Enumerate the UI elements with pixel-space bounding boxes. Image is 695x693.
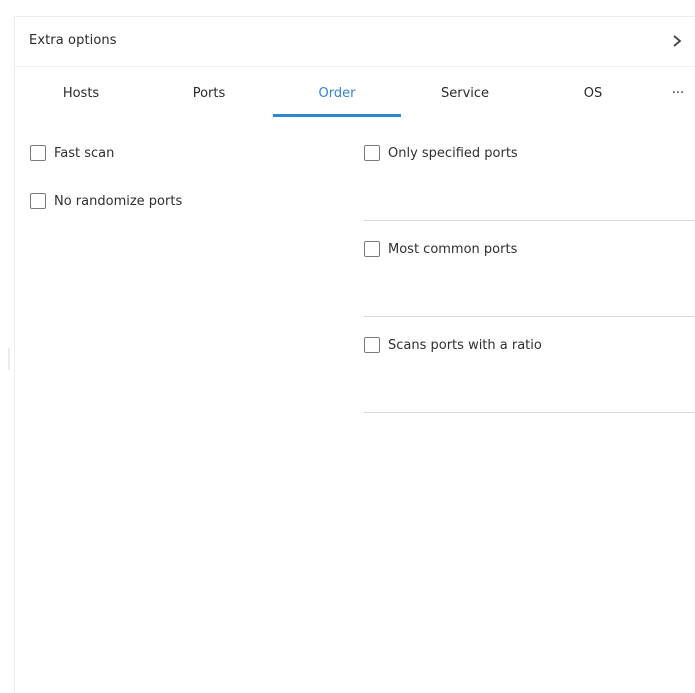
panel-header[interactable]: Extra options	[15, 17, 695, 67]
option-only-specified-ports[interactable]: Only specified ports	[364, 145, 518, 161]
option-label: Most common ports	[388, 241, 518, 257]
option-no-randomize-ports[interactable]: No randomize ports	[30, 193, 182, 209]
chevron-right-icon[interactable]	[670, 31, 684, 51]
option-label: No randomize ports	[54, 193, 183, 209]
checkbox[interactable]	[364, 241, 380, 257]
tab-label: OS	[583, 85, 603, 101]
tab-bar: Hosts Ports Order Service OS ···	[15, 69, 695, 117]
tab-os[interactable]: OS	[533, 69, 653, 117]
tab-label: Ports	[192, 85, 226, 101]
checkbox[interactable]	[30, 193, 46, 209]
extra-options-panel: Extra options Hosts Ports Order Service …	[14, 16, 695, 693]
option-label: Fast scan	[54, 145, 115, 161]
tab-label: Order	[318, 85, 356, 101]
tab-label: Service	[440, 85, 490, 101]
tab-service[interactable]: Service	[405, 69, 525, 117]
tab-ports[interactable]: Ports	[149, 69, 269, 117]
option-label: Scans ports with a ratio	[388, 337, 542, 353]
more-tabs-button[interactable]: ···	[663, 69, 693, 117]
option-label: Only specified ports	[388, 145, 518, 161]
tab-label: Hosts	[62, 85, 100, 101]
divider	[364, 412, 695, 413]
option-most-common-ports[interactable]: Most common ports	[364, 241, 517, 257]
option-scans-ports-with-ratio[interactable]: Scans ports with a ratio	[364, 337, 542, 353]
option-fast-scan[interactable]: Fast scan	[30, 145, 114, 161]
divider	[364, 220, 695, 221]
checkbox[interactable]	[364, 145, 380, 161]
panel-title: Extra options	[29, 33, 117, 48]
active-tab-indicator	[273, 114, 401, 117]
tab-hosts[interactable]: Hosts	[21, 69, 141, 117]
more-icon: ···	[671, 85, 685, 101]
checkbox[interactable]	[364, 337, 380, 353]
panel-edge-marker	[8, 348, 10, 370]
tab-order[interactable]: Order	[277, 69, 397, 117]
divider	[364, 316, 695, 317]
checkbox[interactable]	[30, 145, 46, 161]
